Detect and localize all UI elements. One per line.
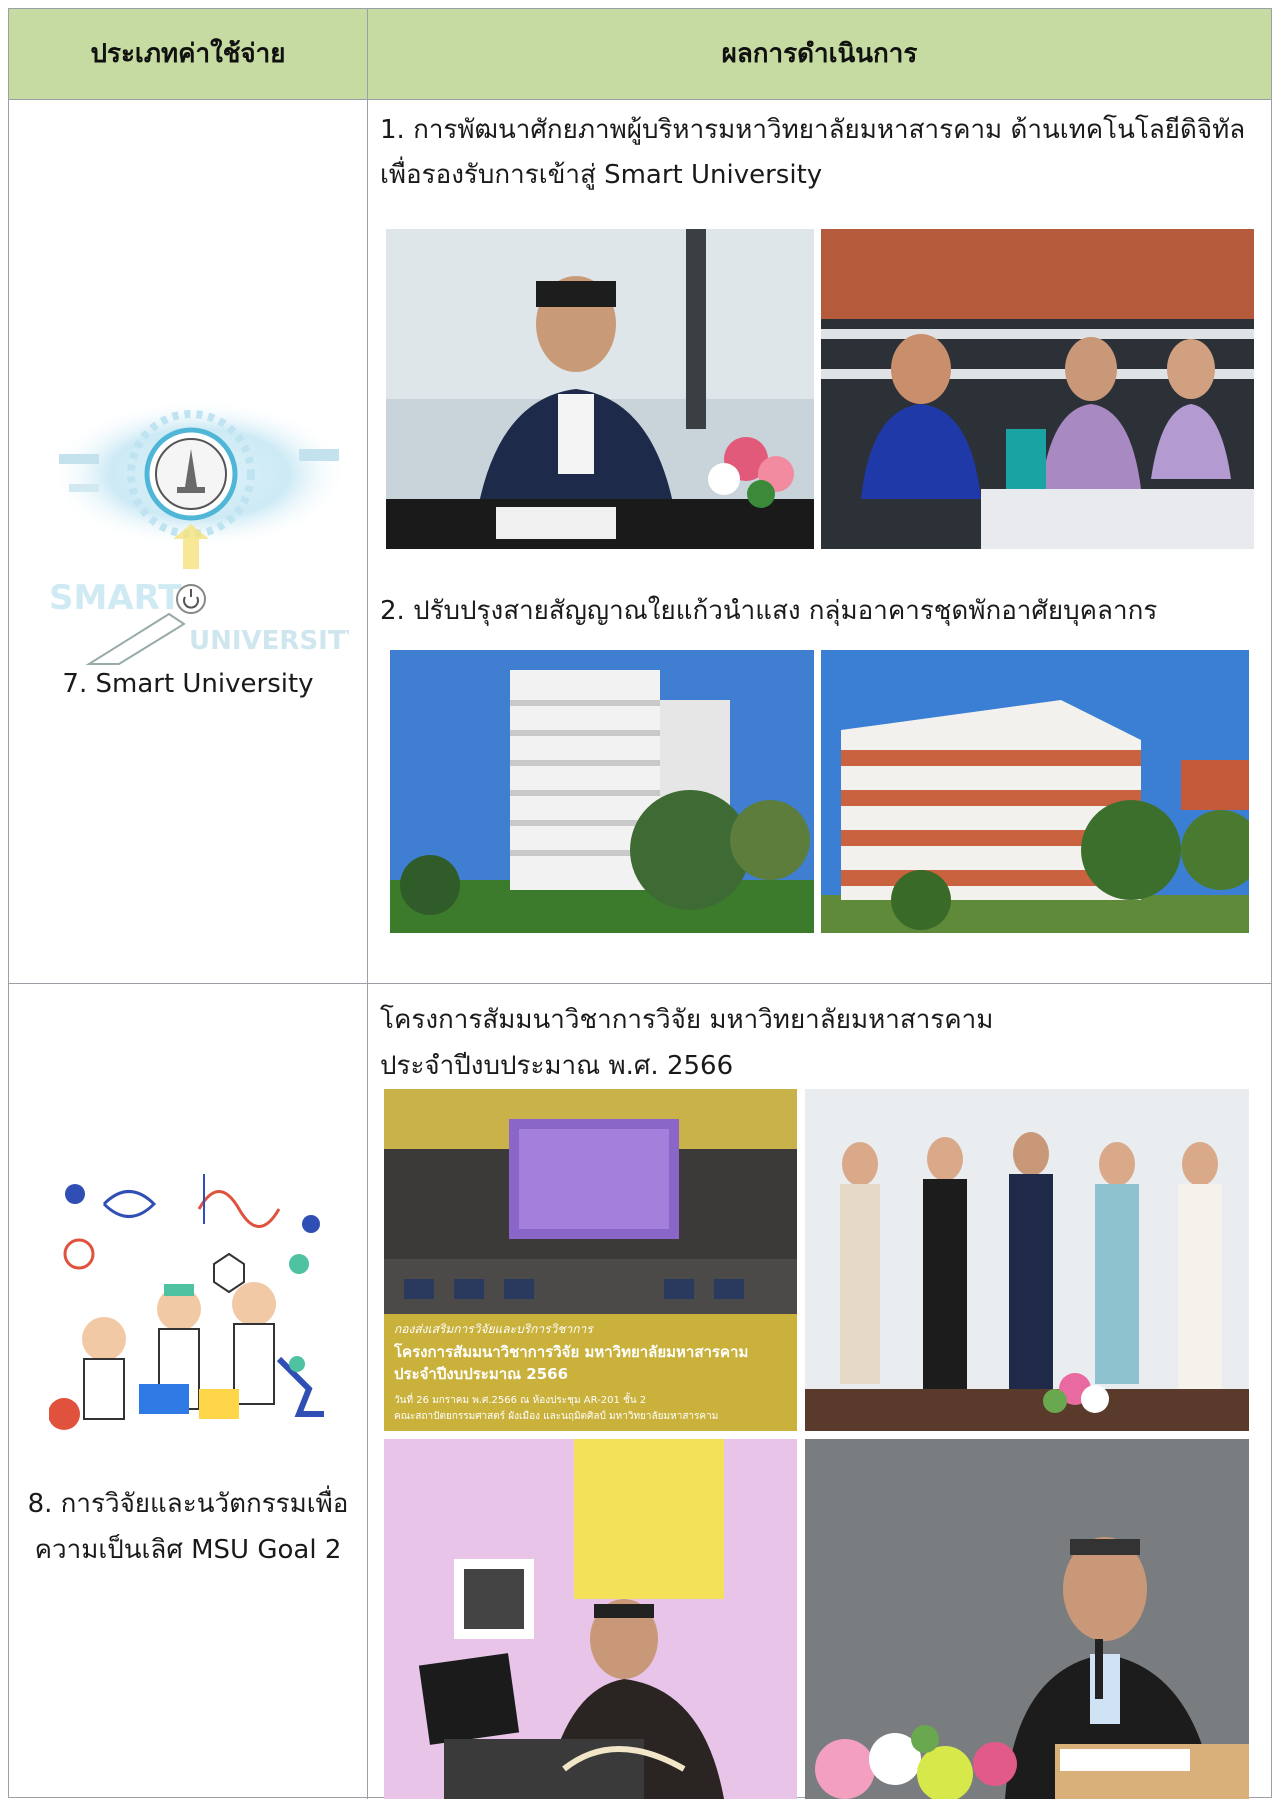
photo-meeting-attendees bbox=[821, 229, 1254, 549]
header-results: ผลการดำเนินการ bbox=[721, 39, 918, 69]
photo-presenter-at-podium bbox=[384, 1439, 797, 1799]
item2-title: 2. ปรับปรุงสายสัญญาณใยแก้วนำแสง กลุ่มอาค… bbox=[380, 596, 1158, 626]
item1-title-line1: 1. การพัฒนาศักยภาพผู้บริหารมหาวิทยาลัยมห… bbox=[380, 115, 1246, 145]
photo-speaker-with-microphone bbox=[805, 1439, 1249, 1799]
photo-group-executives bbox=[805, 1089, 1249, 1431]
category-research-line1: 8. การวิจัยและนวัตกรรมเพื่อ bbox=[27, 1489, 349, 1519]
svg-text:ประจำปีงบประมาณ 2566: ประจำปีงบประมาณ 2566 bbox=[394, 1365, 568, 1383]
item1-title-line2: เพื่อรองรับการเข้าสู่ Smart University bbox=[380, 160, 823, 190]
photo-executive-speaker bbox=[386, 229, 814, 549]
photo-residential-building-1 bbox=[390, 650, 814, 933]
photo-seminar-hall-banner: กองส่งเสริมการวิจัยและบริการวิชาการ โครง… bbox=[384, 1089, 797, 1431]
column-divider bbox=[367, 9, 368, 1799]
category-research-line2: ความเป็นเลิศ MSU Goal 2 bbox=[34, 1535, 342, 1565]
results-table: ประเภทค่าใช้จ่าย ผลการดำเนินการ SMART UN… bbox=[8, 8, 1272, 1799]
photo-residential-building-2 bbox=[821, 650, 1249, 933]
smart-university-illustration: SMART UNIVERSITY bbox=[49, 399, 349, 669]
research-seminar-title-line1: โครงการสัมมนาวิชาการวิจัย มหาวิทยาลัยมหา… bbox=[380, 1005, 994, 1035]
header-expense-type: ประเภทค่าใช้จ่าย bbox=[90, 39, 286, 69]
svg-text:คณะสถาปัตยกรรมศาสตร์ ผังเมือง: คณะสถาปัตยกรรมศาสตร์ ผังเมือง และนฤมิตศิ… bbox=[394, 1410, 718, 1422]
row-divider bbox=[9, 983, 1271, 984]
svg-text:SMART: SMART bbox=[49, 578, 182, 618]
research-scientists-illustration bbox=[49, 1164, 339, 1439]
svg-text:วันที่ 26 มกราคม พ.ศ.2566 ณ ห้: วันที่ 26 มกราคม พ.ศ.2566 ณ ห้องประชุม A… bbox=[394, 1392, 646, 1406]
svg-text:กองส่งเสริมการวิจัยและบริการวิ: กองส่งเสริมการวิจัยและบริการวิชาการ bbox=[394, 1322, 594, 1336]
svg-text:UNIVERSITY: UNIVERSITY bbox=[189, 626, 349, 656]
research-seminar-title-line2: ประจำปีงบประมาณ พ.ศ. 2566 bbox=[380, 1051, 734, 1081]
category-smart-university: 7. Smart University bbox=[62, 669, 314, 699]
svg-text:โครงการสัมมนาวิชาการวิจัย มหาว: โครงการสัมมนาวิชาการวิจัย มหาวิทยาลัยมหา… bbox=[393, 1342, 748, 1361]
table-header: ประเภทค่าใช้จ่าย ผลการดำเนินการ bbox=[9, 9, 1271, 100]
